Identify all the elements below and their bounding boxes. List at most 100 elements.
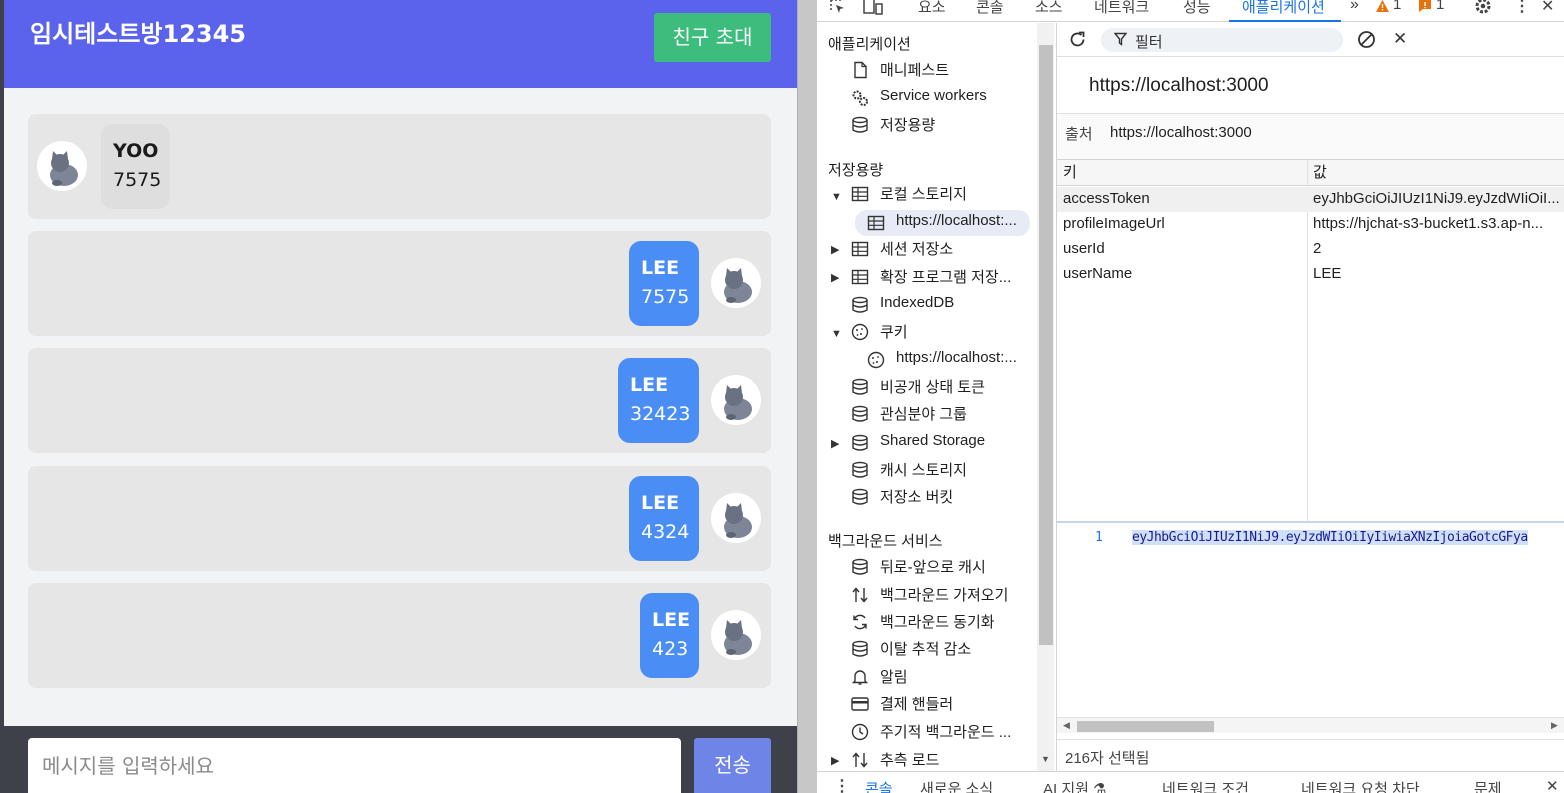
more-tabs-icon[interactable]: » [1350,0,1359,14]
cookie-icon [851,323,869,341]
collapsed-triangle-icon[interactable]: ▶ [831,243,839,256]
message-list[interactable]: YOO 7575 LEE 7575 LEE 32423 LEE 4324 LEE… [4,88,797,726]
avatar [711,610,761,660]
database-icon [852,405,868,422]
tab-application[interactable]: 애플리케이션 [1242,0,1325,17]
value-preview-pane[interactable]: 1 eyJhbGciOiJIUzI1NiJ9.eyJzdWIiOiIyIiwia… [1057,521,1564,717]
devtools-panel: 요소 콘솔 소스 네트워크 성능 애플리케이션 » 1 1 ⋮ ✕ 애플리케이션 [817,0,1564,793]
table-row[interactable]: profileImageUrl https://hjchat-s3-bucket… [1057,212,1564,237]
devtools-tab-bar: 요소 콘솔 소스 네트워크 성능 애플리케이션 » 1 1 ⋮ ✕ [817,0,1564,22]
scroll-right-arrow-icon[interactable]: ▶ [1551,720,1558,731]
sidebar-section-application: 애플리케이션 [828,36,911,53]
avatar [711,375,761,425]
chat-header: 임시테스트방12345 친구 초대 [4,0,797,88]
collapsed-triangle-icon[interactable]: ▶ [831,754,839,767]
table-cell-key: profileImageUrl [1063,215,1165,232]
filter-input[interactable]: 필터 [1101,28,1343,52]
message-input[interactable] [28,738,681,793]
more-options-icon[interactable]: ⋮ [1514,0,1530,16]
storage-toolbar: 필터 ✕ [1057,23,1564,57]
database-icon [852,296,868,313]
drawer-tab-console[interactable]: 콘솔 [865,778,893,793]
up-down-arrows-icon [852,587,868,603]
invite-friend-button[interactable]: 친구 초대 [654,13,771,62]
issue-count: 1 [1436,0,1445,13]
message-bubble: LEE 423 [640,593,699,678]
clock-icon [851,723,869,741]
database-icon [852,378,868,395]
warning-icon[interactable] [1375,0,1390,17]
table-cell-value: https://hjchat-s3-bucket1.s3.ap-n... [1313,215,1544,232]
expanded-triangle-icon[interactable]: ▼ [831,191,842,203]
table-cell-value: 2 [1313,240,1322,257]
avatar [37,141,87,191]
column-header-key[interactable]: 키 [1057,160,1307,186]
tab-performance[interactable]: 성능 [1183,0,1211,17]
expanded-triangle-icon[interactable]: ▼ [831,328,842,340]
message-text: 32423 [630,403,691,425]
drawer-tab-request-blocking[interactable]: 네트워크 요청 차단 [1301,778,1420,793]
message-composer: 전송 [4,726,797,793]
tab-network[interactable]: 네트워크 [1094,0,1149,17]
table-grid-icon [851,269,869,285]
column-header-value[interactable]: 값 [1307,160,1564,186]
line-number: 1 [1095,530,1103,545]
scroll-down-arrow-icon[interactable]: ▼ [1041,754,1050,764]
collapsed-triangle-icon[interactable]: ▶ [831,437,839,450]
table-row[interactable]: userName LEE [1057,262,1564,287]
issue-icon[interactable] [1418,0,1432,17]
close-devtools-icon[interactable]: ✕ [1541,0,1554,16]
cat-avatar-icon [724,503,752,538]
message-sender: YOO [113,140,159,162]
cookie-icon [867,351,885,369]
send-button[interactable]: 전송 [694,738,771,793]
tab-elements[interactable]: 요소 [918,0,946,17]
device-toolbar-icon[interactable] [863,0,883,20]
tab-console[interactable]: 콘솔 [976,0,1004,17]
clear-all-icon[interactable] [1357,30,1376,54]
panel-splitter[interactable] [797,0,817,793]
collapsed-triangle-icon[interactable]: ▶ [831,271,839,284]
gears-icon [852,90,868,106]
preview-value-text[interactable]: eyJhbGciOiJIUzI1NiJ9.eyJzdWIiOiIyIiwiaXN… [1132,530,1528,545]
origin-heading: https://localhost:3000 [1089,75,1269,96]
drawer-tab-issues[interactable]: 문제 [1474,778,1502,793]
cat-avatar-icon [50,151,78,186]
database-icon [852,558,868,575]
message-bubble: LEE 4324 [629,476,699,561]
inspect-element-icon[interactable] [829,0,847,20]
settings-gear-icon[interactable] [1474,0,1492,19]
up-down-arrows-icon [852,752,868,768]
message-bubble: YOO 7575 [101,124,170,209]
sidebar-item-local-storage-origin[interactable]: https://localhost:... [855,210,1030,236]
sidebar-scrollbar-thumb[interactable] [1039,45,1053,645]
tab-sources[interactable]: 소스 [1035,0,1063,17]
drawer-menu-icon[interactable]: ⋮ [834,776,850,793]
drawer-tab-ai-assistance[interactable]: AI 지원 ⚗ [1043,778,1107,793]
message-text: 7575 [641,286,690,308]
horizontal-scrollbar-thumb[interactable] [1077,721,1214,732]
message-text: 4324 [641,521,690,543]
drawer-tab-network-conditions[interactable]: 네트워크 조건 [1162,778,1249,793]
table-cell-value: eyJhbGciOiJIUzI1NiJ9.eyJzdWIiOiI... [1313,190,1560,207]
selection-status-text: 216자 선택됨 [1065,750,1150,767]
database-icon [852,116,868,133]
selection-status: 216자 선택됨 [1057,739,1564,771]
scroll-left-arrow-icon[interactable]: ◀ [1063,720,1070,731]
room-title: 임시테스트방12345 [30,20,246,48]
close-drawer-icon[interactable]: ✕ [1546,777,1559,793]
chat-app: 임시테스트방12345 친구 초대 YOO 7575 LEE 7575 LEE … [0,0,797,793]
sidebar-section-storage: 저장용량 [828,162,884,179]
table-cell-value: LEE [1313,265,1342,282]
message-sender: LEE [641,492,680,514]
message-sender: LEE [652,609,691,631]
credit-card-icon [851,697,869,711]
preview-horizontal-scrollbar[interactable]: ◀ ▶ [1057,717,1564,733]
drawer-tab-whats-new[interactable]: 새로운 소식 [920,778,993,793]
table-row[interactable]: userId 2 [1057,237,1564,262]
table-cell-key: accessToken [1063,190,1150,207]
refresh-icon[interactable] [1068,30,1087,54]
table-row[interactable]: accessToken eyJhbGciOiJIUzI1NiJ9.eyJzdWI… [1057,187,1564,212]
avatar [711,493,761,543]
delete-selected-icon[interactable]: ✕ [1393,29,1407,49]
